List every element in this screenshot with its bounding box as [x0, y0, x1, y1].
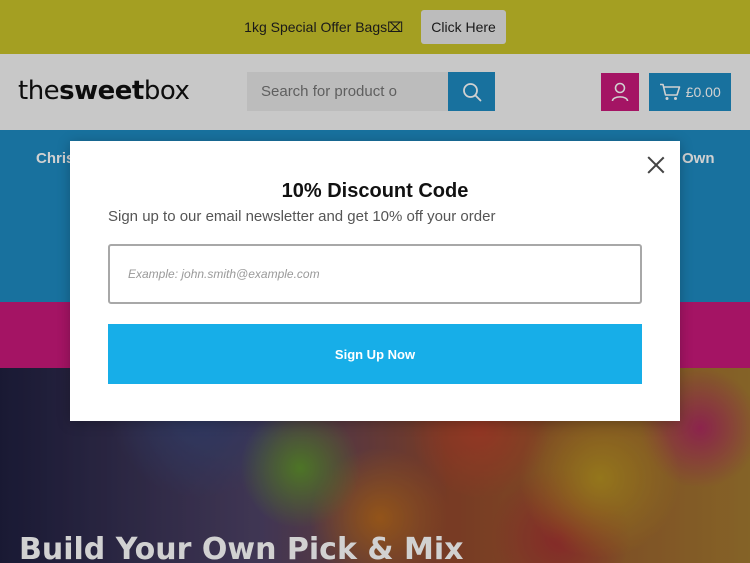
- sign-up-button[interactable]: Sign Up Now: [108, 324, 642, 384]
- modal-subtitle: Sign up to our email newsletter and get …: [108, 208, 496, 225]
- close-icon[interactable]: [646, 155, 666, 175]
- discount-modal: 10% Discount Code Sign up to our email n…: [70, 141, 680, 421]
- email-field[interactable]: [108, 244, 642, 304]
- modal-title: 10% Discount Code: [281, 180, 469, 202]
